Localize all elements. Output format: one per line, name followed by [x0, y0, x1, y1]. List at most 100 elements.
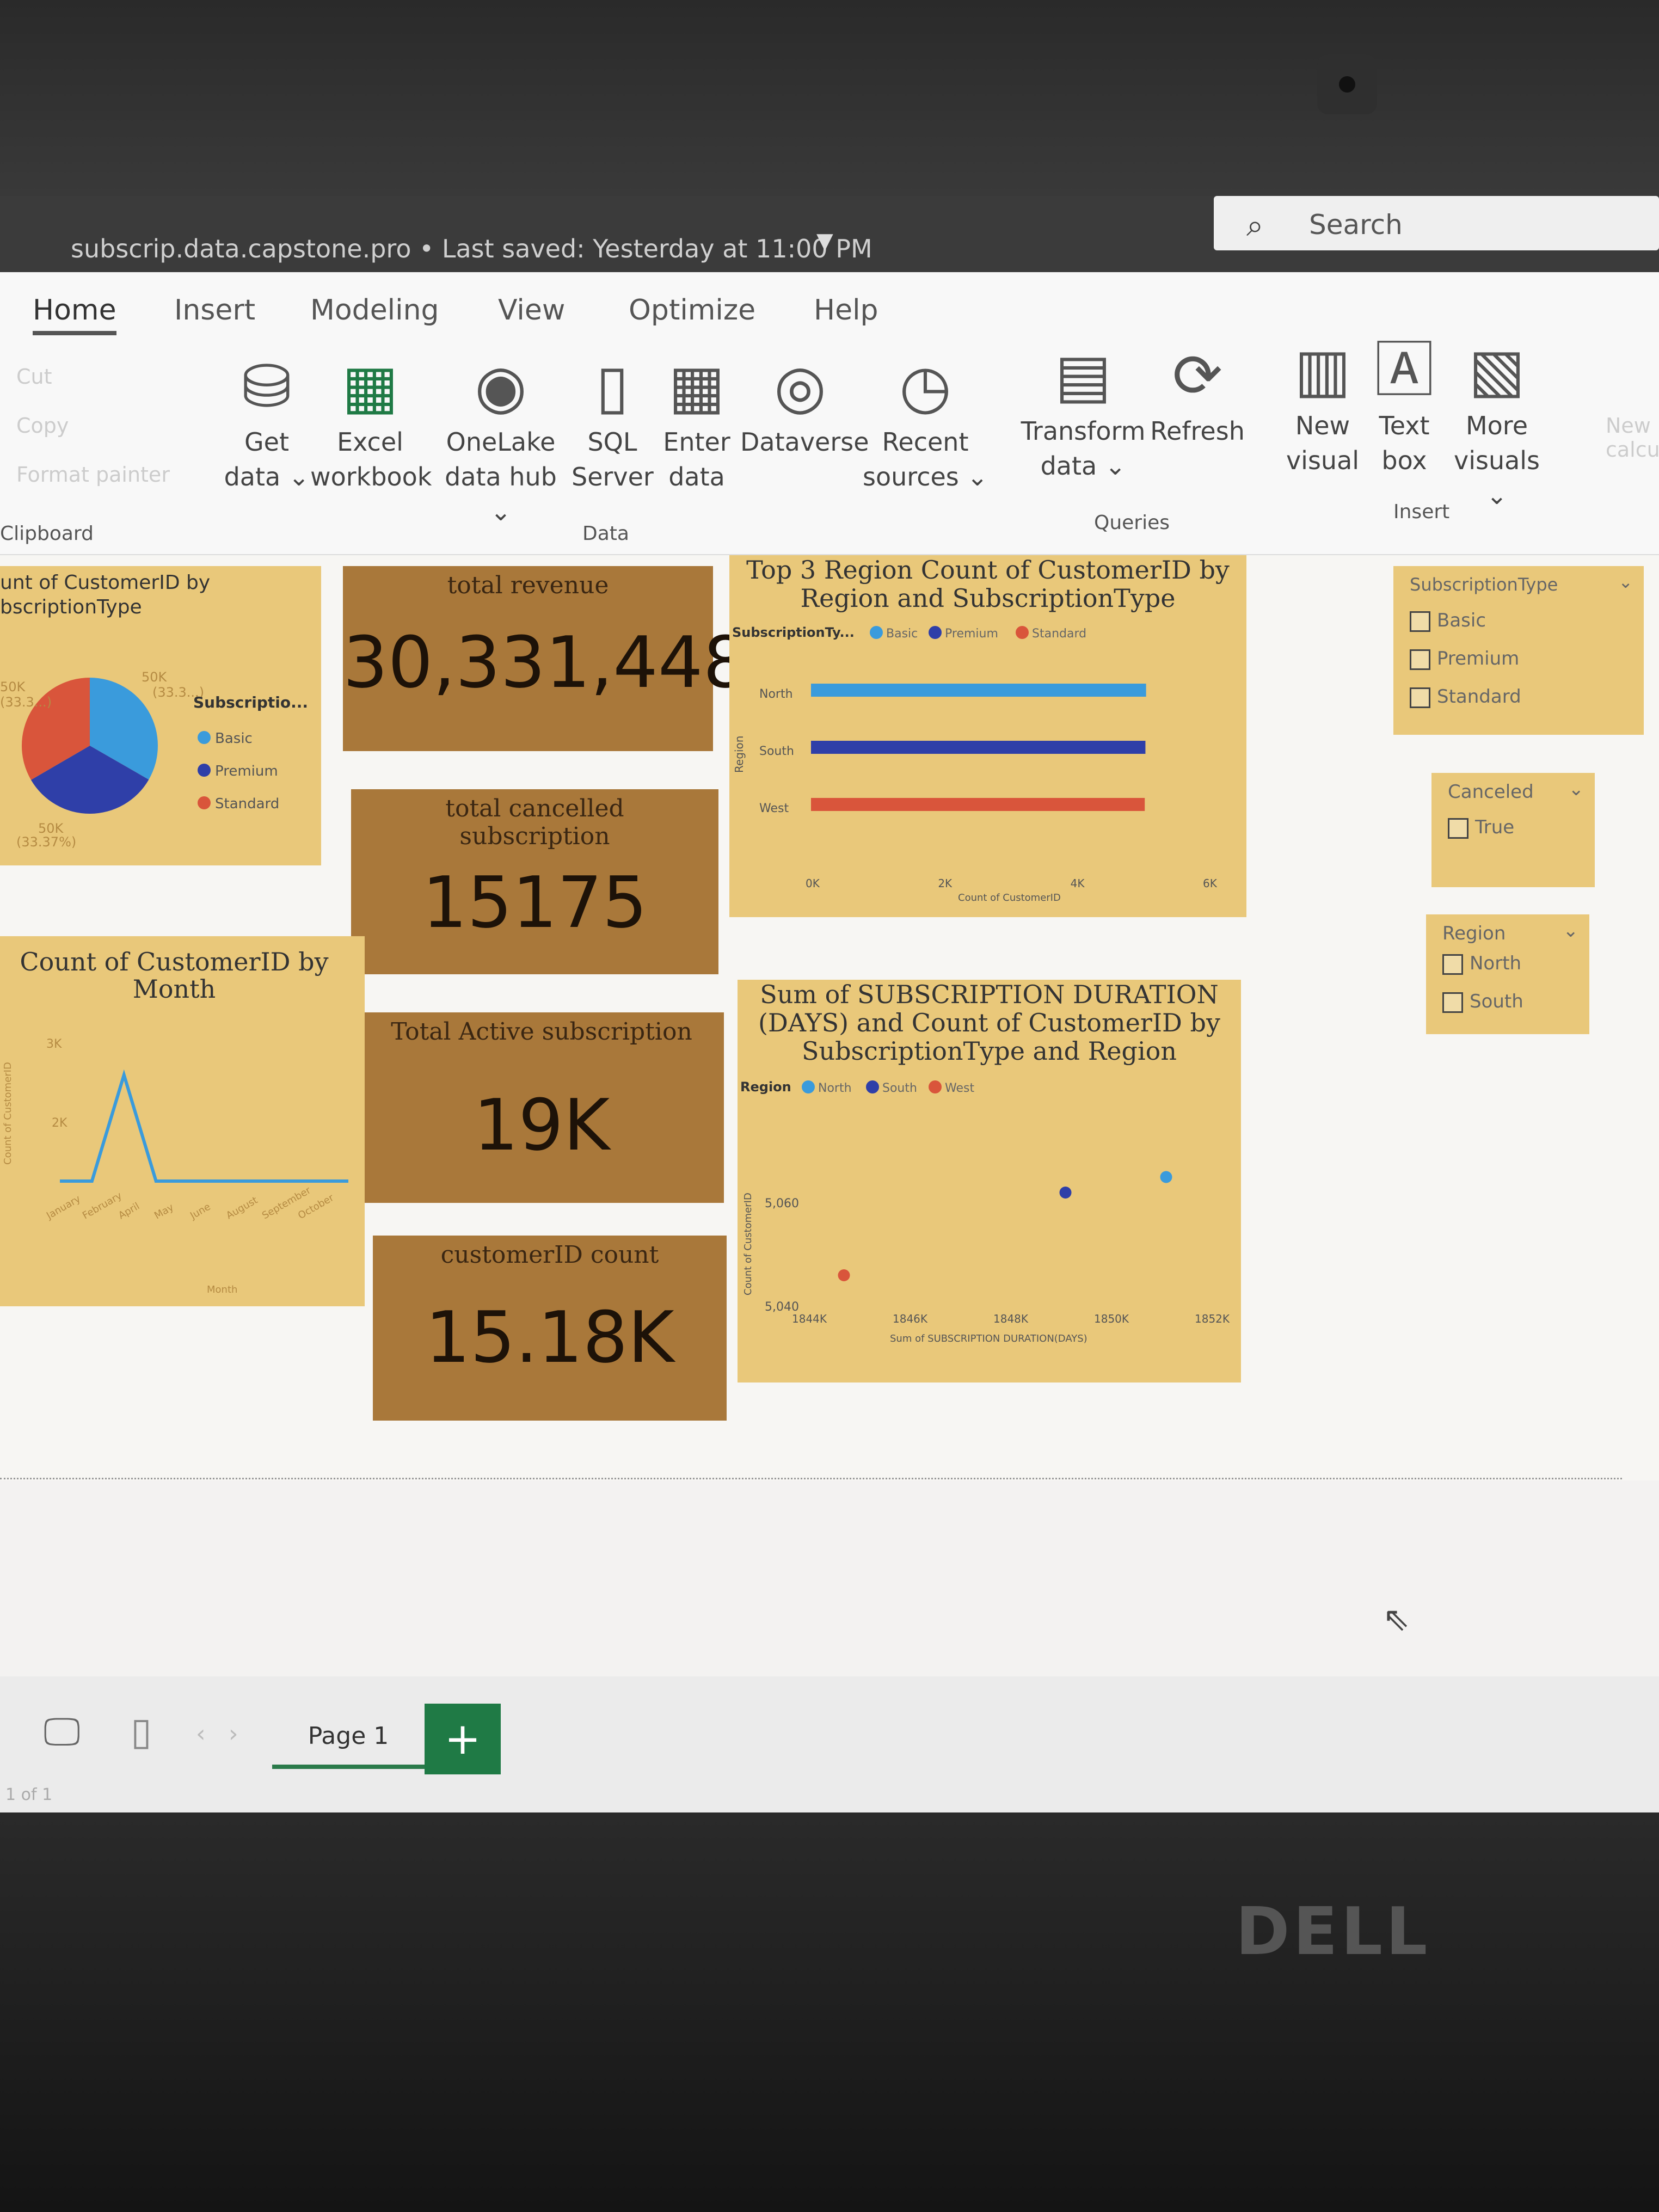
- line-xtick-label: April: [116, 1201, 142, 1222]
- slicer-option-premium-label: Premium: [1437, 648, 1520, 669]
- pie-label-2: (33.3...): [0, 695, 52, 710]
- slicer-subscription-title: SubscriptionType: [1410, 574, 1558, 595]
- chevron-down-icon[interactable]: ⌄: [1618, 572, 1633, 592]
- checkbox-premium[interactable]: [1410, 649, 1430, 670]
- bar-chart-svg: SubscriptionTy... Basic Premium Standard…: [732, 625, 1218, 904]
- scatter-point-north[interactable]: [1160, 1171, 1172, 1183]
- checkbox-south[interactable]: [1442, 992, 1463, 1013]
- transform-data-button[interactable]: ▤ Transform data ⌄: [1018, 337, 1148, 483]
- prev-page-icon[interactable]: ‹: [196, 1720, 206, 1748]
- laptop-bezel-bottom: DELL: [0, 1812, 1659, 2212]
- new-visual-button[interactable]: ▥ New visual: [1279, 332, 1366, 478]
- new-visual-line1: New: [1295, 411, 1350, 440]
- format-painter-button[interactable]: Format painter: [16, 463, 170, 487]
- pie-title-line1: unt of CustomerID by: [0, 572, 211, 594]
- kpi-total-cancelled[interactable]: total cancelled subscription 15175: [351, 789, 718, 974]
- mobile-view-icon[interactable]: ▯: [131, 1709, 152, 1754]
- onelake-data-hub-button[interactable]: ◉ OneLake data hub ⌄: [435, 348, 566, 529]
- bar-legend-dot-standard: [1016, 626, 1029, 639]
- copy-button[interactable]: Copy: [16, 414, 69, 438]
- line-series: [60, 1069, 348, 1183]
- kpi-total-active[interactable]: Total Active subscription 19K: [359, 1012, 724, 1203]
- pie-legend-basic: Basic: [215, 730, 253, 747]
- text-box-line2: box: [1381, 446, 1427, 475]
- next-page-icon[interactable]: ›: [229, 1720, 238, 1748]
- bar-legend-title: SubscriptionTy...: [732, 625, 855, 640]
- sql-server-icon: ▯: [595, 352, 629, 421]
- slicer-option-north[interactable]: North: [1442, 953, 1521, 975]
- tab-view[interactable]: View: [498, 294, 565, 327]
- tab-page-1[interactable]: Page 1: [272, 1704, 425, 1769]
- checkbox-true[interactable]: [1448, 818, 1468, 839]
- pie-label-5: 50K: [38, 821, 64, 836]
- kpi-total-revenue[interactable]: total revenue 30,331,448: [343, 566, 748, 751]
- excel-icon: ▦: [342, 352, 398, 421]
- onelake-line1: OneLake: [446, 427, 556, 457]
- bar-xtick-label: 4K: [1071, 877, 1085, 890]
- excel-workbook-button[interactable]: ▦ Excel workbook: [310, 348, 432, 494]
- scatter-xtick-label: 1852K: [1195, 1312, 1230, 1325]
- pie-chart-visual[interactable]: unt of CustomerID by bscriptionType 50K …: [0, 566, 321, 865]
- new-calculation-button[interactable]: New calcu: [1606, 414, 1659, 462]
- caret-down-icon[interactable]: ▼: [816, 229, 833, 254]
- dataverse-button[interactable]: ◎ Dataverse: [740, 348, 869, 459]
- excel-line1: Excel: [337, 427, 403, 457]
- more-visuals-button[interactable]: ▧ More visuals ⌄: [1442, 332, 1551, 513]
- tab-modeling[interactable]: Modeling: [310, 294, 439, 327]
- scatter-ylabel: Count of CustomerID: [742, 1193, 754, 1295]
- scatter-point-west[interactable]: [838, 1269, 850, 1281]
- checkbox-north[interactable]: [1442, 954, 1463, 975]
- slicer-option-premium[interactable]: Premium: [1410, 648, 1519, 670]
- enter-data-button[interactable]: ▦ Enter data: [653, 348, 740, 494]
- slicer-subscription-type[interactable]: SubscriptionType ⌄ Basic Premium Standar…: [1393, 566, 1644, 735]
- kpi-active-label: Total Active subscription: [391, 1018, 692, 1046]
- bar-chart-visual[interactable]: Top 3 Region Count of CustomerID by Regi…: [729, 555, 1246, 917]
- slicer-option-basic[interactable]: Basic: [1410, 610, 1486, 632]
- document-title[interactable]: subscrip.data.capstone.pro • Last saved:…: [71, 234, 872, 263]
- checkbox-standard[interactable]: [1410, 687, 1430, 708]
- line-xtick-label: June: [188, 1201, 212, 1222]
- get-data-line2: data ⌄: [224, 462, 310, 491]
- powerbi-window: subscrip.data.capstone.pro • Last saved:…: [0, 196, 1659, 1812]
- refresh-label: Refresh: [1150, 416, 1245, 446]
- recent-sources-button[interactable]: ◷ Recent sources ⌄: [860, 348, 991, 494]
- add-page-button[interactable]: +: [425, 1704, 501, 1774]
- get-data-button[interactable]: ⛁ Get data ⌄: [223, 348, 310, 494]
- webcam: [1317, 54, 1377, 114]
- slicer-option-south[interactable]: South: [1442, 991, 1523, 1013]
- desktop-view-icon[interactable]: 🖵: [44, 1709, 80, 1754]
- chevron-down-icon[interactable]: ⌄: [1563, 920, 1579, 942]
- pie-legend-premium: Premium: [215, 763, 278, 779]
- slicer-option-standard[interactable]: Standard: [1410, 686, 1521, 708]
- slicer-region[interactable]: Region ⌄ North South: [1426, 914, 1589, 1034]
- slicer-option-south-label: South: [1470, 991, 1523, 1012]
- cut-button[interactable]: Cut: [16, 365, 52, 389]
- text-box-button[interactable]: 🄰 Text box: [1366, 332, 1442, 478]
- checkbox-basic[interactable]: [1410, 611, 1430, 632]
- bar-west-standard[interactable]: [811, 798, 1145, 811]
- tab-home[interactable]: Home: [33, 294, 116, 335]
- scatter-chart-visual[interactable]: Sum of SUBSCRIPTION DURATION (DAYS) and …: [738, 980, 1241, 1382]
- tab-help[interactable]: Help: [814, 294, 878, 327]
- search-box[interactable]: ⌕ Search: [1214, 196, 1659, 250]
- scatter-xtick-label: 1844K: [792, 1312, 827, 1325]
- scatter-point-south[interactable]: [1059, 1187, 1072, 1199]
- slicer-option-true[interactable]: True: [1448, 816, 1514, 839]
- line-chart-visual[interactable]: Count of CustomerID by Month Count of Cu…: [0, 936, 365, 1306]
- chevron-down-icon[interactable]: ⌄: [1569, 778, 1584, 800]
- sql-server-button[interactable]: ▯ SQL Server: [572, 348, 654, 494]
- search-placeholder: Search: [1309, 209, 1403, 241]
- bar-north-basic[interactable]: [811, 684, 1146, 697]
- transform-line1: Transform: [1021, 416, 1146, 446]
- database-icon: ⛁: [241, 352, 292, 421]
- tab-insert[interactable]: Insert: [174, 294, 255, 327]
- slicer-canceled[interactable]: Canceled ⌄ True: [1431, 773, 1595, 887]
- kpi-customerid-count[interactable]: customerID count 15.18K: [373, 1236, 727, 1421]
- pie-title-line2: bscriptionType: [0, 596, 142, 618]
- tab-optimize[interactable]: Optimize: [629, 294, 755, 327]
- recent-sources-icon: ◷: [899, 352, 951, 421]
- kpi-revenue-label: total revenue: [447, 572, 609, 599]
- scatter-title-line1: Sum of SUBSCRIPTION DURATION: [760, 980, 1219, 1009]
- refresh-button[interactable]: ⟳ Refresh: [1148, 337, 1246, 448]
- bar-south-premium[interactable]: [811, 741, 1146, 754]
